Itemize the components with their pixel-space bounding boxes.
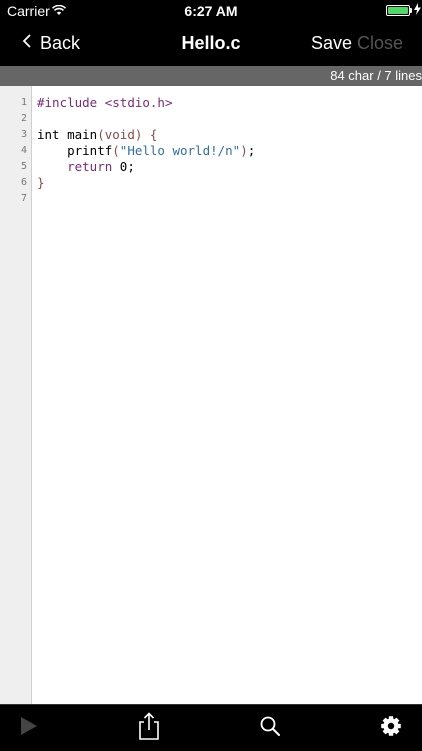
line-number: 6 xyxy=(20,177,27,188)
line-number: 1 xyxy=(20,97,27,108)
close-paren: ) xyxy=(240,143,248,158)
search-button[interactable] xyxy=(256,705,284,751)
gear-icon xyxy=(380,715,402,742)
code-line: printf("Hello world!/n"); xyxy=(37,143,255,158)
include-header: <stdio.h> xyxy=(97,95,173,110)
line-number: 3 xyxy=(20,129,27,140)
status-bar: Carrier 6:27 AM xyxy=(0,0,422,22)
semicolon: ; xyxy=(247,143,256,158)
line-number-gutter: 1 2 3 4 5 6 7 xyxy=(0,86,32,704)
code-line: } xyxy=(37,175,45,190)
clock: 6:27 AM xyxy=(184,3,238,19)
open-paren: ( xyxy=(97,127,105,142)
char-line-count: 84 char / 7 lines xyxy=(330,68,422,83)
open-paren: ( xyxy=(112,143,120,158)
battery-icon xyxy=(386,5,410,16)
function-call: printf xyxy=(67,143,113,158)
search-icon xyxy=(259,715,281,742)
share-icon xyxy=(138,711,160,745)
battery-cap xyxy=(410,8,412,13)
return-keyword: return xyxy=(67,159,113,174)
share-button[interactable] xyxy=(134,705,164,751)
navigation-bar: Back Hello.c Save Close xyxy=(0,22,422,66)
line-number: 5 xyxy=(20,161,27,172)
charging-bolt-icon xyxy=(414,3,421,18)
string-literal: "Hello world!/n" xyxy=(119,143,241,158)
code-line: #include <stdio.h> xyxy=(37,95,172,110)
info-bar: 84 char / 7 lines xyxy=(0,66,422,86)
close-brace: } xyxy=(37,175,45,190)
code-editor[interactable]: 1 2 3 4 5 6 7 #include <stdio.h> int mai… xyxy=(0,86,422,704)
play-icon xyxy=(20,716,38,741)
code-line: return 0; xyxy=(37,159,135,174)
line-number: 4 xyxy=(20,145,27,156)
close-button[interactable]: Close xyxy=(357,33,403,54)
code-line: int main(void) { xyxy=(37,127,157,142)
preprocessor-directive: #include xyxy=(37,95,98,110)
line-number: 2 xyxy=(20,113,27,124)
line-number: 7 xyxy=(20,193,27,204)
settings-button[interactable] xyxy=(376,705,406,751)
open-brace: { xyxy=(142,127,158,142)
run-button[interactable] xyxy=(12,705,46,751)
function-name: main xyxy=(59,127,98,142)
type-keyword: int xyxy=(37,127,60,142)
param-keyword: void xyxy=(104,127,135,142)
bottom-toolbar xyxy=(0,704,422,750)
save-button[interactable]: Save xyxy=(311,33,352,54)
return-value: 0; xyxy=(112,159,135,174)
